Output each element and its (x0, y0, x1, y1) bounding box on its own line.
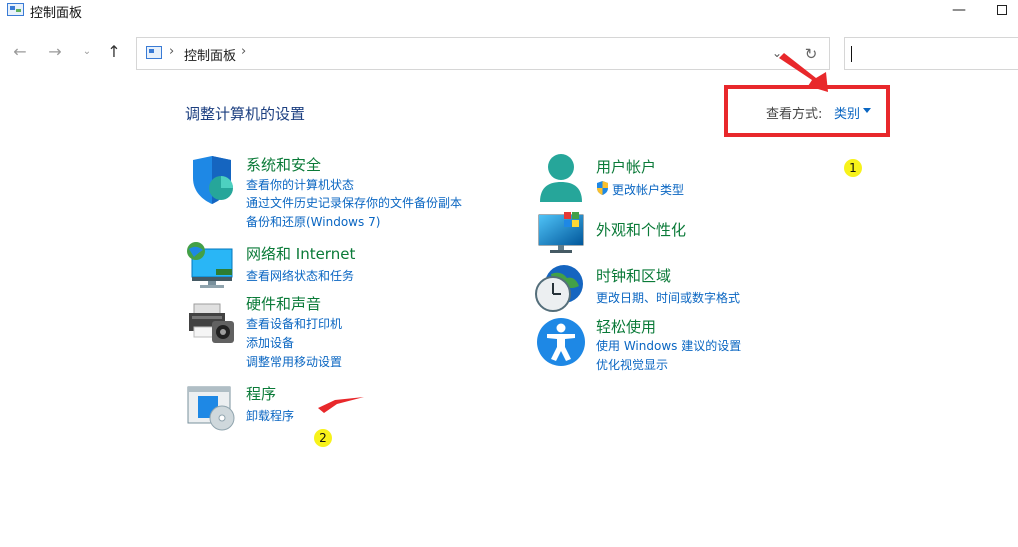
link-network-status[interactable]: 查看网络状态和任务 (246, 267, 354, 284)
link-mobility-settings[interactable]: 调整常用移动设置 (246, 353, 342, 370)
category-user-accounts[interactable]: 用户帐户 (596, 156, 656, 177)
text-caret (851, 46, 852, 62)
category-network-internet[interactable]: 网络和 Internet (246, 243, 355, 264)
title-bar: 控制面板 — (0, 0, 1018, 22)
link-change-account-type[interactable]: 更改帐户类型 (612, 181, 684, 198)
category-system-security[interactable]: 系统和安全 (246, 154, 321, 175)
link-devices-printers[interactable]: 查看设备和打印机 (246, 315, 342, 332)
clock-icon[interactable] (535, 264, 585, 314)
search-input[interactable] (844, 37, 1018, 70)
address-bar[interactable]: › 控制面板 › ⌄ ↻ (136, 37, 830, 70)
accessibility-icon[interactable] (536, 317, 586, 367)
view-by-label: 查看方式: (766, 107, 823, 122)
category-ease-of-access[interactable]: 轻松使用 (596, 316, 656, 337)
link-view-computer-status[interactable]: 查看你的计算机状态 (246, 176, 354, 193)
shield-icon[interactable] (188, 156, 238, 206)
dropdown-caret-icon[interactable] (863, 108, 871, 113)
maximize-button[interactable] (988, 0, 1016, 22)
category-appearance-personalization[interactable]: 外观和个性化 (596, 219, 686, 240)
network-icon[interactable] (186, 241, 236, 291)
breadcrumb-separator[interactable]: › (241, 44, 246, 59)
breadcrumb-separator[interactable]: › (169, 44, 174, 59)
uac-shield-icon (596, 180, 609, 195)
view-by-dropdown[interactable]: 类别 (834, 103, 860, 122)
printer-icon[interactable] (186, 301, 236, 351)
link-backup-restore[interactable]: 备份和还原(Windows 7) (246, 213, 380, 230)
minimize-button[interactable]: — (945, 0, 973, 22)
breadcrumb-control-panel[interactable]: 控制面板 (184, 45, 236, 64)
control-panel-icon (146, 46, 162, 59)
link-change-date-time[interactable]: 更改日期、时间或数字格式 (596, 289, 740, 306)
category-hardware-sound[interactable]: 硬件和声音 (246, 293, 321, 314)
link-recommended-settings[interactable]: 使用 Windows 建议的设置 (596, 337, 741, 354)
page-title: 调整计算机的设置 (185, 105, 306, 123)
up-button[interactable]: ↑ (103, 41, 125, 63)
link-uninstall-program[interactable]: 卸载程序 (246, 407, 294, 424)
back-button[interactable]: ← (9, 41, 31, 63)
step-badge-1: 1 (844, 159, 862, 177)
window-title: 控制面板 (30, 6, 83, 21)
link-file-history[interactable]: 通过文件历史记录保存你的文件备份副本 (246, 194, 462, 211)
control-panel-icon (7, 3, 24, 16)
arrow-annotation (318, 397, 364, 413)
recent-locations-button[interactable]: ⌄ (76, 41, 98, 63)
annotation-arrows (318, 53, 828, 413)
address-history-dropdown[interactable]: ⌄ (770, 46, 784, 60)
link-add-device[interactable]: 添加设备 (246, 334, 294, 351)
forward-button[interactable]: → (44, 41, 66, 63)
user-icon[interactable] (536, 152, 586, 202)
maximize-icon (997, 5, 1007, 15)
programs-icon[interactable] (186, 384, 236, 434)
category-programs[interactable]: 程序 (246, 383, 276, 404)
category-clock-region[interactable]: 时钟和区域 (596, 265, 671, 286)
monitor-icon[interactable] (538, 212, 588, 262)
step-badge-2: 2 (314, 429, 332, 447)
refresh-button[interactable]: ↻ (801, 44, 821, 64)
link-optimize-display[interactable]: 优化视觉显示 (596, 356, 668, 373)
